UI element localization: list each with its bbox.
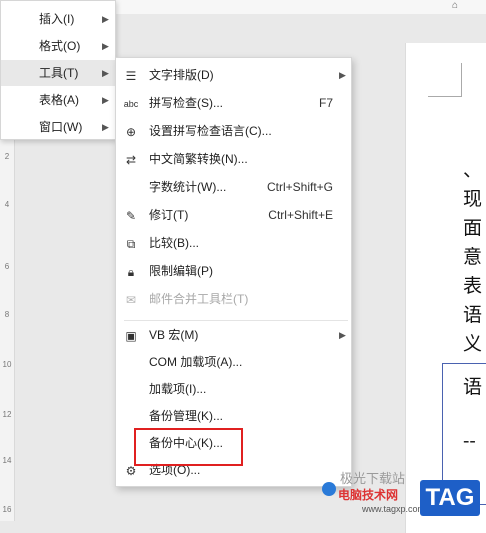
- watermark-url: www.tagxp.com: [362, 504, 426, 514]
- menu-item-mail-merge: ✉ 邮件合并工具栏(T): [116, 286, 351, 313]
- chevron-right-icon: ▶: [102, 122, 109, 132]
- text-layout-icon: ☰: [125, 69, 137, 83]
- shortcut-text: Ctrl+Shift+G: [266, 180, 333, 194]
- spell-check-icon: abc: [123, 99, 139, 109]
- menu-item-label: 插入(I): [39, 12, 75, 26]
- menu-item-label: 修订(T): [149, 208, 189, 222]
- ruler-tick: 2: [4, 152, 10, 161]
- menu-item-label: 文字排版(D): [149, 68, 214, 82]
- menu-item-label: 窗口(W): [39, 120, 83, 134]
- home-icon[interactable]: ⌂: [452, 0, 458, 11]
- watermark: 极光下载站 电脑技术网 www.tagxp.com TAG: [320, 466, 486, 521]
- menu-item-format[interactable]: 格式(O) ▶: [1, 33, 115, 59]
- chevron-right-icon: ▶: [102, 14, 109, 24]
- document-text-line: 面: [463, 217, 483, 239]
- ruler-tick: 14: [2, 456, 12, 465]
- menu-item-restrict-edit[interactable]: 🔒︎ 限制编辑(P): [116, 258, 351, 285]
- ruler-tick: 12: [2, 410, 12, 419]
- mail-icon: ✉: [125, 293, 137, 307]
- margin-corner-mark: [428, 63, 462, 97]
- document-text-line: 、: [463, 159, 483, 181]
- chevron-right-icon: ▶: [339, 330, 346, 340]
- document-page[interactable]: 、 现 面 意 表 语 义 语 --: [405, 43, 486, 533]
- spell-language-icon: ⊕: [125, 125, 137, 139]
- chevron-right-icon: ▶: [339, 70, 346, 80]
- menu-item-label: 备份管理(K)...: [149, 409, 223, 423]
- document-text-line: 表: [463, 275, 483, 297]
- menu-item-tools[interactable]: 工具(T) ▶: [1, 60, 115, 86]
- shortcut-text: F7: [318, 96, 333, 110]
- ruler-tick: 4: [4, 200, 10, 209]
- menu-item-com-addins[interactable]: COM 加载项(A)...: [116, 349, 351, 376]
- menu-item-label: 邮件合并工具栏(T): [149, 292, 249, 306]
- menu-item-label: 表格(A): [39, 93, 79, 107]
- menu-item-addins[interactable]: 加载项(I)...: [116, 376, 351, 403]
- textbox-line: --: [463, 430, 476, 452]
- menu-item-label: 限制编辑(P): [149, 264, 213, 278]
- menu-item-window[interactable]: 窗口(W) ▶: [1, 114, 115, 140]
- menu-item-spell-language[interactable]: ⊕ 设置拼写检查语言(C)...: [116, 118, 351, 145]
- watermark-logo-icon: [322, 482, 336, 496]
- watermark-site-text: 电脑技术网: [338, 488, 399, 502]
- menu-item-label: 设置拼写检查语言(C)...: [149, 124, 272, 138]
- menu-item-chinese-convert[interactable]: ⇄ 中文简繁转换(N)...: [116, 146, 351, 173]
- menu-item-label: 拼写检查(S)...: [149, 96, 223, 110]
- menu-item-label: COM 加载项(A)...: [149, 355, 243, 369]
- menu-item-word-count[interactable]: 字数统计(W)... Ctrl+Shift+G: [116, 174, 351, 201]
- menu-item-label: 格式(O): [39, 39, 81, 53]
- document-text-line: 意: [463, 246, 483, 268]
- menu-item-label: 中文简繁转换(N)...: [149, 152, 248, 166]
- menu-item-text-layout[interactable]: ☰ 文字排版(D) ▶: [116, 62, 351, 89]
- ruler-tick: 6: [4, 262, 10, 271]
- highlight-box: [134, 428, 243, 466]
- menu-item-label: VB 宏(M): [149, 328, 199, 342]
- document-text-line: 义: [463, 333, 483, 355]
- chevron-right-icon: ▶: [102, 68, 109, 78]
- ruler-tick: 8: [4, 310, 10, 319]
- menu-item-label: 加载项(I)...: [149, 382, 207, 396]
- document-text-line: 现: [463, 188, 483, 210]
- menu-separator: [124, 320, 348, 321]
- compare-icon: ⧉: [126, 237, 136, 251]
- watermark-tag-logo: TAG: [420, 480, 480, 516]
- watermark-top-text: 极光下载站: [340, 471, 406, 486]
- macro-icon: ▣: [125, 329, 137, 343]
- menu-item-spell-check[interactable]: abc 拼写检查(S)... F7: [116, 90, 351, 117]
- chinese-convert-icon: ⇄: [125, 153, 137, 167]
- lock-icon: 🔒︎: [127, 265, 135, 279]
- shortcut-text: Ctrl+Shift+E: [268, 208, 333, 222]
- menu-item-vb-macro[interactable]: ▣ VB 宏(M) ▶: [116, 322, 351, 349]
- menu-item-label: 比较(B)...: [149, 236, 199, 250]
- menu-item-label: 字数统计(W)...: [149, 180, 227, 194]
- menu-item-insert[interactable]: 插入(I) ▶: [1, 6, 115, 32]
- textbox-line: 语: [463, 376, 483, 398]
- chevron-right-icon: ▶: [102, 95, 109, 105]
- revision-icon: ✎: [125, 209, 137, 223]
- menu-item-compare[interactable]: ⧉ 比较(B)...: [116, 230, 351, 257]
- tools-submenu: ☰ 文字排版(D) ▶ abc 拼写检查(S)... F7 ⊕ 设置拼写检查语言…: [115, 57, 352, 487]
- menu-item-table[interactable]: 表格(A) ▶: [1, 87, 115, 113]
- menu-item-backup-manager[interactable]: 备份管理(K)...: [116, 403, 351, 430]
- ruler-tick: 10: [2, 360, 12, 369]
- ruler-tick: 16: [2, 505, 12, 514]
- chevron-right-icon: ▶: [102, 41, 109, 51]
- document-text-line: 语: [463, 304, 483, 326]
- menu-item-revision[interactable]: ✎ 修订(T) Ctrl+Shift+E: [116, 202, 351, 229]
- menu-item-label: 工具(T): [39, 66, 79, 80]
- main-menu: 插入(I) ▶ 格式(O) ▶ 工具(T) ▶ 表格(A) ▶ 窗口(W) ▶: [0, 0, 116, 140]
